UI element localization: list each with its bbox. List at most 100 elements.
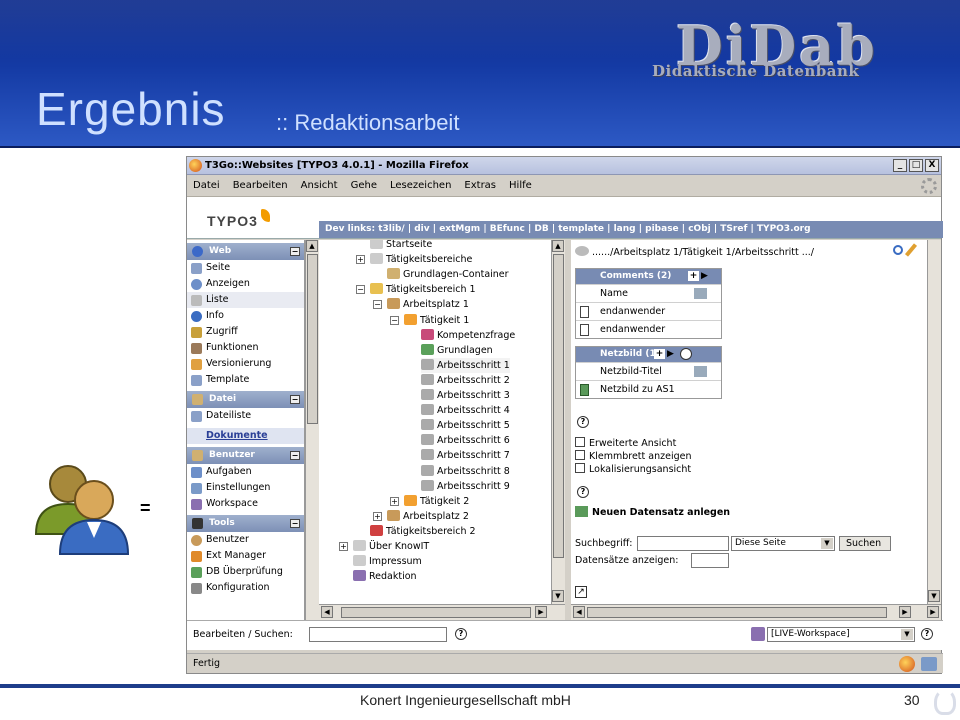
tree-node[interactable]: Startseite bbox=[370, 240, 432, 252]
scrollbar-thumb[interactable] bbox=[587, 607, 887, 618]
popup-arrow-icon[interactable]: ↗ bbox=[575, 586, 587, 598]
tree-node[interactable]: Tätigkeitsbereich 2 bbox=[370, 524, 476, 539]
module-group-web[interactable]: Web − bbox=[187, 243, 304, 260]
list-view-vscroll[interactable]: ▼ bbox=[927, 240, 941, 604]
module-workspace[interactable]: Workspace bbox=[187, 496, 304, 512]
scroll-down-arrow-icon[interactable]: ▼ bbox=[928, 590, 940, 602]
edit-search-input[interactable] bbox=[309, 627, 447, 642]
dev-links-bar[interactable]: Dev links: t3lib/ | div | extMgm | BEfun… bbox=[319, 221, 943, 238]
help-icon[interactable]: ? bbox=[680, 348, 692, 360]
expand-icon[interactable]: + bbox=[356, 255, 365, 265]
tree-node[interactable]: Kompetenzfrage bbox=[421, 328, 515, 343]
module-db-check[interactable]: DB Überprüfung bbox=[187, 564, 304, 580]
module-versionierung[interactable]: Versionierung bbox=[187, 356, 304, 372]
scroll-right-arrow-icon[interactable]: ▶ bbox=[535, 606, 547, 618]
module-einstellungen[interactable]: Einstellungen bbox=[187, 480, 304, 496]
add-icon[interactable] bbox=[694, 366, 707, 377]
tree-node[interactable]: Arbeitsplatz 2 bbox=[387, 509, 469, 524]
tree-node[interactable]: Tätigkeit 2 bbox=[404, 494, 469, 509]
help-icon[interactable]: ? bbox=[577, 486, 589, 498]
module-group-datei[interactable]: Datei − bbox=[187, 391, 304, 408]
module-group-benutzer[interactable]: Benutzer − bbox=[187, 447, 304, 464]
tree-node[interactable]: Tätigkeitsbereiche bbox=[370, 252, 472, 267]
scroll-up-arrow-icon[interactable]: ▲ bbox=[306, 240, 318, 252]
tree-node[interactable]: Grundlagen-Container bbox=[387, 267, 509, 282]
menu-gehe[interactable]: Gehe bbox=[351, 180, 377, 191]
help-icon[interactable]: ? bbox=[577, 416, 589, 428]
menu-lesezeichen[interactable]: Lesezeichen bbox=[390, 180, 451, 191]
module-info[interactable]: Info bbox=[187, 308, 304, 324]
menu-hilfe[interactable]: Hilfe bbox=[509, 180, 532, 191]
tree-node[interactable]: Redaktion bbox=[353, 569, 417, 584]
search-scope-select[interactable]: Diese Seite ▼ bbox=[731, 536, 835, 551]
page-tree-hscroll[interactable]: ◀ ▶ bbox=[319, 604, 565, 620]
new-record-link[interactable]: Neuen Datensatz anlegen bbox=[575, 506, 730, 518]
collapse-icon[interactable]: − bbox=[290, 451, 300, 460]
tree-node[interactable]: Arbeitsschritt 9 bbox=[421, 479, 510, 494]
menu-extras[interactable]: Extras bbox=[464, 180, 496, 191]
netzbild-row[interactable]: Netzbild zu AS1 bbox=[576, 380, 721, 398]
module-benutzer[interactable]: Benutzer bbox=[187, 532, 304, 548]
new-record-icon[interactable]: + bbox=[654, 349, 665, 359]
tree-node[interactable]: Tätigkeit 1 bbox=[404, 313, 469, 328]
page-tree-vscroll[interactable]: ▲ ▼ bbox=[551, 240, 565, 604]
collapse-icon[interactable]: − bbox=[390, 315, 399, 325]
menu-datei[interactable]: Datei bbox=[193, 180, 220, 191]
tree-node[interactable]: Impressum bbox=[353, 554, 422, 569]
menu-ansicht[interactable]: Ansicht bbox=[301, 180, 338, 191]
tree-node[interactable]: Arbeitsschritt 5 bbox=[421, 418, 510, 433]
close-button[interactable]: X bbox=[925, 159, 939, 172]
tree-node[interactable]: Arbeitsschritt 7 bbox=[421, 448, 510, 463]
scroll-right-arrow-icon[interactable]: ▶ bbox=[899, 606, 911, 618]
arrow-icon[interactable]: ▶ bbox=[701, 271, 708, 282]
new-record-icon[interactable]: + bbox=[688, 271, 699, 281]
search-icon[interactable] bbox=[893, 245, 903, 255]
tree-node[interactable]: Arbeitsschritt 2 bbox=[421, 373, 510, 388]
firefox-icon[interactable] bbox=[899, 656, 915, 672]
module-dateiliste[interactable]: Dateiliste bbox=[187, 408, 304, 424]
module-liste[interactable]: Liste bbox=[187, 292, 304, 308]
scroll-down-arrow-icon[interactable]: ▼ bbox=[552, 590, 564, 602]
module-zugriff[interactable]: Zugriff bbox=[187, 324, 304, 340]
search-button[interactable]: Suchen bbox=[839, 536, 891, 551]
minimize-button[interactable]: _ bbox=[893, 159, 907, 172]
option-lokalisierung[interactable]: Lokalisierungsansicht bbox=[575, 463, 691, 476]
scrollbar-thumb[interactable] bbox=[341, 607, 531, 618]
tree-node[interactable]: Arbeitsplatz 1 bbox=[387, 297, 469, 312]
comment-row[interactable]: endanwender bbox=[576, 320, 721, 338]
option-klemmbrett[interactable]: Klemmbrett anzeigen bbox=[575, 450, 691, 463]
list-view-hscroll[interactable]: ◀ ▶ ▶ bbox=[571, 604, 941, 620]
menu-bearbeiten[interactable]: Bearbeiten bbox=[233, 180, 288, 191]
maximize-button[interactable]: □ bbox=[909, 159, 923, 172]
scroll-left-arrow-icon[interactable]: ◀ bbox=[321, 606, 333, 618]
records-count-input[interactable] bbox=[691, 553, 729, 568]
tree-node[interactable]: Arbeitsschritt 4 bbox=[421, 403, 510, 418]
module-konfiguration[interactable]: Konfiguration bbox=[187, 580, 304, 596]
tree-node[interactable]: Tätigkeitsbereich 1 bbox=[370, 282, 476, 297]
option-erweiterte-ansicht[interactable]: Erweiterte Ansicht bbox=[575, 437, 676, 450]
scrollbar-thumb[interactable] bbox=[307, 254, 318, 424]
workspace-select[interactable]: [LIVE-Workspace] ▼ bbox=[767, 627, 915, 642]
tree-node[interactable]: Arbeitsschritt 3 bbox=[421, 388, 510, 403]
scroll-up-arrow-icon[interactable]: ▲ bbox=[552, 240, 564, 252]
scroll-right-arrow-icon[interactable]: ▶ bbox=[927, 606, 939, 618]
module-menu-scrollbar[interactable]: ▲ bbox=[305, 240, 319, 620]
tree-node[interactable]: Grundlagen bbox=[421, 343, 493, 358]
collapse-icon[interactable]: − bbox=[373, 300, 382, 310]
tree-node[interactable]: Über KnowIT bbox=[353, 539, 429, 554]
module-aufgaben[interactable]: Aufgaben bbox=[187, 464, 304, 480]
extension-status-icon[interactable] bbox=[921, 657, 937, 671]
module-ext-manager[interactable]: Ext Manager bbox=[187, 548, 304, 564]
help-icon[interactable]: ? bbox=[921, 628, 933, 640]
search-input[interactable] bbox=[637, 536, 729, 551]
tree-node[interactable]: Arbeitsschritt 6 bbox=[421, 433, 510, 448]
scroll-left-arrow-icon[interactable]: ◀ bbox=[573, 606, 585, 618]
arrow-icon[interactable]: ▶ bbox=[667, 349, 674, 360]
module-anzeigen[interactable]: Anzeigen bbox=[187, 276, 304, 292]
collapse-icon[interactable]: − bbox=[356, 285, 365, 295]
module-group-tools[interactable]: Tools − bbox=[187, 515, 304, 532]
pencil-icon[interactable] bbox=[904, 243, 918, 257]
collapse-icon[interactable]: − bbox=[290, 395, 300, 404]
comment-row[interactable]: endanwender bbox=[576, 302, 721, 320]
help-icon[interactable]: ? bbox=[455, 628, 467, 640]
